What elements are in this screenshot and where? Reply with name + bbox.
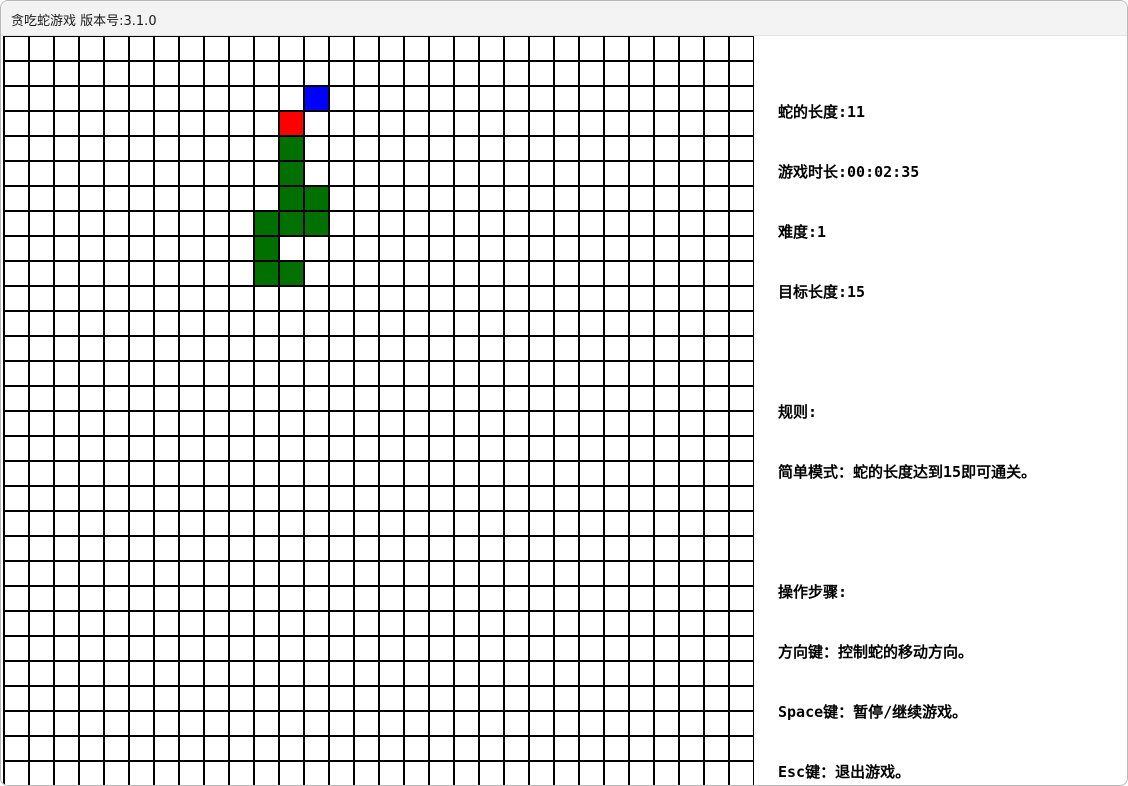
step-arrow-keys: 方向键：控制蛇的移动方向。 bbox=[778, 643, 974, 661]
snake-body-segment bbox=[280, 262, 303, 285]
info-panel: 蛇的长度:11 游戏时长:00:02:35 难度:1 目标长度:15 规则: 简… bbox=[778, 62, 1037, 785]
step-space-key: Space键：暂停/继续游戏。 bbox=[778, 703, 968, 721]
steps-heading: 操作步骤: bbox=[778, 583, 848, 601]
snake-body-segment bbox=[305, 212, 328, 235]
snake-body-segment bbox=[305, 187, 328, 210]
rules-text: 简单模式：蛇的长度达到15即可通关。 bbox=[778, 463, 1037, 481]
snake-body-segment bbox=[280, 162, 303, 185]
snake-body-segment bbox=[280, 137, 303, 160]
rules-heading: 规则: bbox=[778, 403, 818, 421]
snake-head bbox=[280, 112, 303, 135]
snake-body-segment bbox=[255, 212, 278, 235]
food-item bbox=[305, 87, 328, 110]
snake-body-segment bbox=[280, 187, 303, 210]
game-time-label: 游戏时长:00:02:35 bbox=[778, 163, 920, 181]
game-window: 贪吃蛇游戏 版本号:3.1.0 蛇的长度:11 游戏时长:00:02:35 难度… bbox=[0, 0, 1128, 786]
game-board[interactable] bbox=[3, 36, 754, 785]
snake-body-segment bbox=[255, 262, 278, 285]
snake-body-segment bbox=[255, 237, 278, 260]
difficulty-label: 难度:1 bbox=[778, 223, 827, 241]
step-esc-key: Esc键：退出游戏。 bbox=[778, 763, 911, 781]
target-length-label: 目标长度:15 bbox=[778, 283, 866, 301]
snake-length-label: 蛇的长度:11 bbox=[778, 103, 866, 121]
window-title: 贪吃蛇游戏 版本号:3.1.0 bbox=[11, 14, 157, 29]
title-bar[interactable]: 贪吃蛇游戏 版本号:3.1.0 bbox=[1, 1, 1127, 36]
snake-body-segment bbox=[280, 212, 303, 235]
